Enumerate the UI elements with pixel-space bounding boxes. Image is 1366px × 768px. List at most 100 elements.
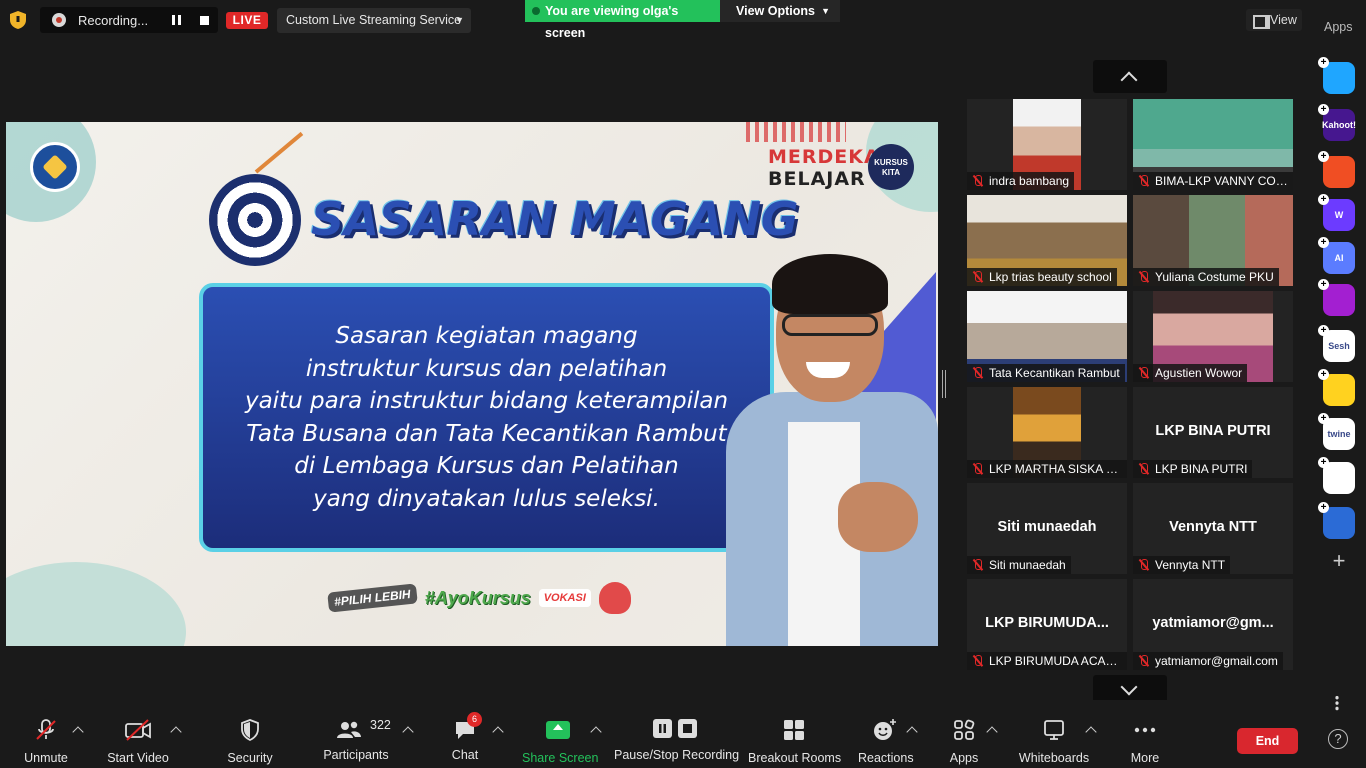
participant-tile[interactable]: LKP BINA PUTRI LKP BINA PUTRI	[1133, 387, 1293, 478]
participant-name-label: yatmiamor@gmail.com	[1133, 652, 1283, 670]
ministry-logo	[30, 142, 80, 192]
add-app-plus-icon[interactable]: +	[1329, 550, 1349, 572]
whiteboards-label: Whiteboards	[1018, 751, 1090, 765]
target-icon	[209, 174, 301, 266]
participant-name-label: BIMA-LKP VANNY COLLECTION	[1133, 172, 1293, 190]
recording-indicator: Recording...	[40, 7, 218, 33]
add-app-icon: +	[1318, 369, 1329, 380]
chevron-up-icon	[1120, 71, 1138, 89]
pause-recording-icon[interactable]	[172, 15, 182, 25]
chat-button[interactable]: 6 Chat	[448, 712, 482, 762]
unmute-label: Unmute	[24, 751, 68, 765]
chat-options-caret[interactable]	[492, 726, 504, 738]
slide-body-line: Tata Busana dan Tata Kecantikan Rambut	[246, 420, 727, 447]
participants-button[interactable]: 322 Participants	[320, 718, 392, 762]
slide-body-line: yaitu para instruktur bidang keterampila…	[244, 388, 729, 414]
twine-app-icon[interactable]: + twine	[1318, 413, 1355, 450]
slide-body-line: Sasaran kegiatan magang	[335, 323, 638, 349]
apps-options-caret[interactable]	[986, 726, 998, 738]
participant-tile[interactable]: LKP BIRUMUDA... LKP BIRUMUDA ACADEMY	[967, 579, 1127, 670]
ai-app-icon[interactable]: + AI	[1318, 237, 1355, 274]
participants-options-caret[interactable]	[402, 726, 414, 738]
meeting-toolbar: Unmute Start Video Security 322 Particip…	[0, 700, 1366, 768]
shield-icon[interactable]	[10, 11, 26, 29]
slide-body-line: yang dinyatakan lulus seleksi.	[313, 485, 660, 512]
ellipsis-icon	[1134, 727, 1156, 733]
flash-app-icon[interactable]: +	[1318, 57, 1355, 94]
audio-options-caret[interactable]	[72, 726, 84, 738]
hashtag-logos: #PILIH LEBIH #AyoKursus VOKASI	[327, 582, 631, 614]
mic-muted-icon	[972, 175, 984, 187]
merdeka-belajar-logo: MERDEKA BELAJAR	[768, 146, 880, 190]
stop-recording-icon[interactable]	[200, 15, 209, 25]
participant-name-label: Lkp trias beauty school	[967, 268, 1117, 286]
blocks-app-icon[interactable]: +	[1318, 457, 1355, 494]
view-options-dropdown[interactable]: View Options ▼	[720, 0, 840, 22]
presenter-photo	[706, 252, 938, 646]
mic-muted-icon	[36, 719, 56, 740]
more-label: More	[1130, 751, 1160, 765]
gallery-prev-button[interactable]	[1093, 60, 1167, 93]
more-button[interactable]: More	[1124, 718, 1166, 765]
arrow-decor	[254, 131, 304, 174]
share-screen-icon	[546, 721, 570, 739]
mic-muted-icon	[1138, 463, 1150, 475]
participant-tile[interactable]: Yuliana Costume PKU	[1133, 195, 1293, 286]
participant-name-label: Agustien Wowor	[1133, 364, 1248, 382]
security-label: Security	[227, 751, 273, 765]
reactions-button[interactable]: Reactions	[858, 718, 914, 765]
reactions-icon	[874, 719, 896, 740]
start-video-button[interactable]: Start Video	[106, 718, 170, 765]
whiteboards-button[interactable]: Whiteboards	[1018, 718, 1090, 765]
rail-more-icon[interactable]	[1335, 695, 1339, 711]
breakout-rooms-button[interactable]: Breakout Rooms	[748, 718, 842, 765]
add-app-icon: +	[1318, 279, 1329, 290]
participant-tile[interactable]: indra bambang	[967, 99, 1127, 190]
streaming-service-dropdown[interactable]: Custom Live Streaming Service ▼	[277, 8, 471, 33]
mic-muted-icon	[972, 271, 984, 283]
brand-line-1: MERDEKA	[768, 146, 880, 168]
participant-tile[interactable]: Lkp trias beauty school	[967, 195, 1127, 286]
panel-resize-handle[interactable]	[942, 370, 946, 398]
security-button[interactable]: Security	[224, 718, 276, 765]
kursus-kita-logo: KURSUS KITA	[868, 144, 914, 190]
participant-tile[interactable]: Vennyta NTT Vennyta NTT	[1133, 483, 1293, 574]
kahoot-app-icon[interactable]: + Kahoot!	[1318, 104, 1356, 141]
participant-tile[interactable]: BIMA-LKP VANNY COLLECTION	[1133, 99, 1293, 190]
apps-button[interactable]: Apps	[946, 718, 982, 765]
mic-muted-icon	[1138, 271, 1150, 283]
participant-name-label: LKP BINA PUTRI	[1133, 460, 1253, 478]
participant-name: Vennyta NTT	[1155, 558, 1226, 572]
sync-app-icon[interactable]: +	[1318, 502, 1355, 539]
vokasi-logo: VOKASI	[538, 589, 591, 607]
mic-muted-icon	[972, 559, 984, 571]
participant-tile[interactable]: Siti munaedah Siti munaedah	[967, 483, 1127, 574]
participant-name-label: Vennyta NTT	[1133, 556, 1231, 574]
app-icon-text: Sesh	[1328, 341, 1350, 351]
smile-app-icon[interactable]: +	[1318, 369, 1355, 406]
participant-display-name: LKP BIRUMUDA...	[985, 615, 1109, 631]
participant-tile[interactable]: Agustien Wowor	[1133, 291, 1293, 382]
red-app-icon[interactable]: +	[1318, 151, 1355, 188]
end-meeting-button[interactable]: End	[1237, 728, 1298, 754]
chat-label: Chat	[451, 748, 479, 762]
help-icon[interactable]: ?	[1328, 729, 1348, 749]
wooclap-app-icon[interactable]: + W	[1318, 194, 1355, 231]
sesh-app-icon[interactable]: + Sesh	[1318, 325, 1355, 362]
view-button[interactable]: View	[1246, 9, 1302, 31]
pause-stop-recording-button[interactable]: Pause/Stop Recording	[614, 718, 739, 762]
participant-tile[interactable]: yatmiamor@gm... yatmiamor@gmail.com	[1133, 579, 1293, 670]
video-options-caret[interactable]	[170, 726, 182, 738]
radial-app-icon[interactable]: +	[1318, 279, 1355, 316]
mic-muted-icon	[972, 367, 984, 379]
unmute-button[interactable]: Unmute	[20, 718, 72, 765]
share-screen-button[interactable]: Share Screen	[522, 718, 598, 765]
live-badge: LIVE	[226, 12, 268, 29]
slide-text-box: Sasaran kegiatan magang instruktur kursu…	[199, 283, 774, 552]
breakout-rooms-label: Breakout Rooms	[748, 751, 842, 765]
participant-tile[interactable]: Tata Kecantikan Rambut	[967, 291, 1127, 382]
participant-tile[interactable]: LKP MARTHA SISKA SALON	[967, 387, 1127, 478]
recording-controls-icons	[652, 718, 698, 742]
apps-icon	[954, 719, 975, 740]
participants-label: Participants	[323, 748, 389, 762]
